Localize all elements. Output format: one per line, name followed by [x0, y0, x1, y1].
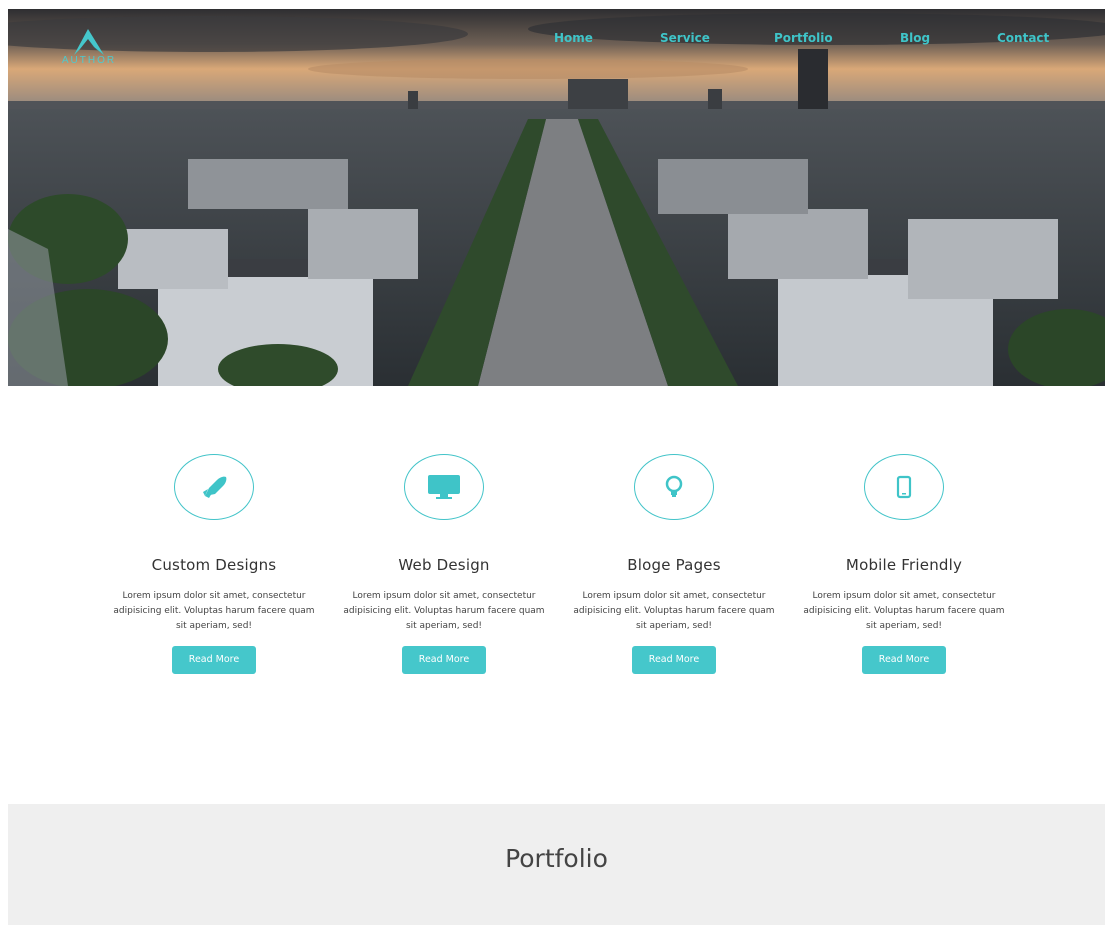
service-card: Mobile Friendly Lorem ipsum dolor sit am… — [799, 450, 1009, 674]
service-description: Lorem ipsum dolor sit amet, consectetur … — [113, 591, 315, 631]
service-title: Bloge Pages — [627, 556, 721, 574]
service-icon-circle — [404, 454, 484, 520]
service-title: Web Design — [398, 556, 490, 574]
service-icon-circle — [174, 454, 254, 520]
service-title: Mobile Friendly — [845, 556, 963, 574]
city-aerial-photo — [8, 9, 1105, 386]
service-card: Bloge Pages Lorem ipsum dolor sit amet, … — [569, 450, 779, 674]
lightbulb-icon — [665, 475, 683, 497]
portfolio-section: Portfolio — [8, 804, 1105, 925]
portfolio-title: Portfolio — [505, 844, 608, 873]
read-more-button[interactable]: Read More — [172, 646, 256, 674]
logo-text: AUTHOR — [61, 55, 117, 66]
read-more-button[interactable]: Read More — [402, 646, 486, 674]
service-title: Custom Designs — [151, 556, 277, 574]
monitor-icon — [428, 475, 460, 499]
nav-blog[interactable]: Blog — [900, 31, 930, 45]
nav-contact[interactable]: Contact — [997, 31, 1049, 45]
service-card: Custom Designs Lorem ipsum dolor sit ame… — [109, 450, 319, 674]
hero-banner: AUTHOR Home Service Portfolio Blog Conta… — [8, 9, 1105, 386]
service-description: Lorem ipsum dolor sit amet, consectetur … — [343, 591, 545, 631]
nav-service[interactable]: Service — [660, 31, 710, 45]
service-icon-circle — [864, 454, 944, 520]
service-card: Web Design Lorem ipsum dolor sit amet, c… — [339, 450, 549, 674]
service-description: Lorem ipsum dolor sit amet, consectetur … — [803, 591, 1005, 631]
service-description: Lorem ipsum dolor sit amet, consectetur … — [573, 591, 775, 631]
mobile-icon — [896, 475, 912, 499]
nav-home[interactable]: Home — [554, 31, 593, 45]
logo-icon[interactable] — [54, 19, 124, 75]
read-more-button[interactable]: Read More — [862, 646, 946, 674]
read-more-button[interactable]: Read More — [632, 646, 716, 674]
services-section: Custom Designs Lorem ipsum dolor sit ame… — [0, 450, 1105, 690]
rocket-icon — [203, 476, 227, 498]
main-nav: Home Service Portfolio Blog Contact — [528, 31, 1088, 51]
service-icon-circle — [634, 454, 714, 520]
nav-portfolio[interactable]: Portfolio — [774, 31, 833, 45]
